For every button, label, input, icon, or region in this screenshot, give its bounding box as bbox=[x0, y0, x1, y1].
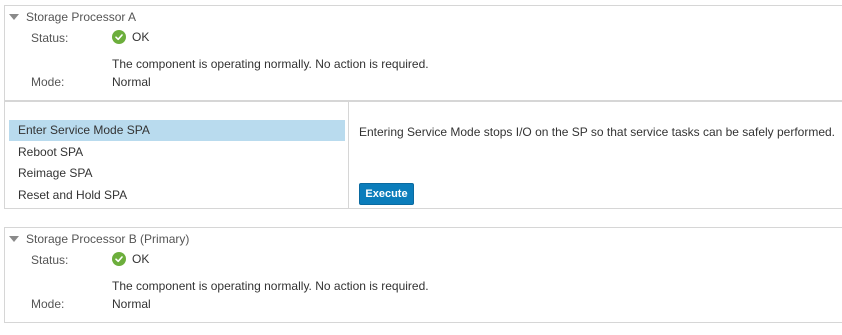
sp-b-mode-label: Mode: bbox=[31, 297, 65, 311]
check-circle-icon bbox=[112, 252, 126, 266]
action-reboot[interactable]: Reboot SPA bbox=[9, 142, 345, 163]
collapse-chevron-down-icon[interactable] bbox=[9, 236, 19, 242]
sp-b-status-value: OK bbox=[132, 252, 150, 266]
action-enter-service-mode[interactable]: Enter Service Mode SPA bbox=[9, 120, 345, 141]
sp-a-panel: Storage Processor A Status: OK The compo… bbox=[4, 5, 842, 101]
sp-a-status-message: The component is operating normally. No … bbox=[112, 57, 429, 71]
action-description: Entering Service Mode stops I/O on the S… bbox=[359, 125, 836, 139]
service-action-list: Enter Service Mode SPA Reboot SPA Reimag… bbox=[5, 102, 349, 208]
sp-a-mode-value: Normal bbox=[112, 75, 151, 89]
sp-a-status-label: Status: bbox=[31, 31, 69, 45]
sp-a-mode-label: Mode: bbox=[31, 75, 65, 89]
sp-b-status-message: The component is operating normally. No … bbox=[112, 279, 429, 293]
sp-b-title: Storage Processor B (Primary) bbox=[26, 232, 190, 246]
sp-b-status-label: Status: bbox=[31, 253, 69, 267]
sp-b-panel: Storage Processor B (Primary) Status: OK… bbox=[4, 227, 842, 323]
action-reset-and-hold[interactable]: Reset and Hold SPA bbox=[9, 185, 345, 206]
sp-a-status-value: OK bbox=[132, 30, 150, 44]
storage-processor-page: Storage Processor A Status: OK The compo… bbox=[0, 0, 842, 335]
check-circle-icon bbox=[112, 30, 126, 44]
sp-b-mode-value: Normal bbox=[112, 297, 151, 311]
sp-a-title: Storage Processor A bbox=[26, 10, 137, 24]
sp-a-status: OK bbox=[112, 30, 149, 44]
sp-b-header[interactable]: Storage Processor B (Primary) bbox=[9, 231, 189, 247]
execute-button[interactable]: Execute bbox=[359, 183, 414, 205]
sp-b-status: OK bbox=[112, 252, 149, 266]
action-reimage[interactable]: Reimage SPA bbox=[9, 163, 345, 184]
sp-a-header[interactable]: Storage Processor A bbox=[9, 9, 136, 25]
collapse-chevron-down-icon[interactable] bbox=[9, 14, 19, 20]
service-actions-panel: Enter Service Mode SPA Reboot SPA Reimag… bbox=[4, 101, 842, 209]
